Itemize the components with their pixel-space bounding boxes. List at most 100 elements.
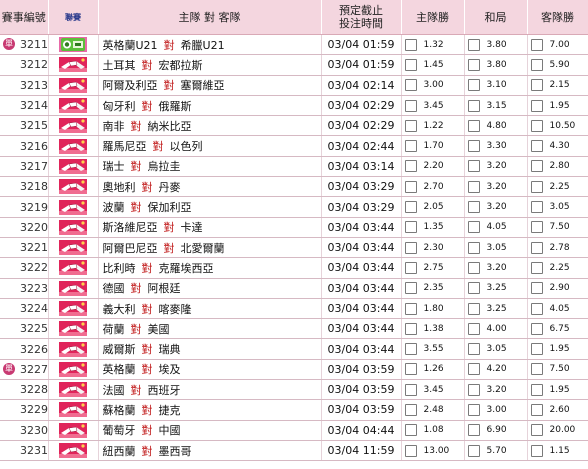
match-cell[interactable]: 瑞士對烏拉圭 [98, 156, 322, 178]
draw-odds[interactable]: 3.20 [464, 379, 528, 401]
league-cell[interactable] [48, 156, 99, 178]
away-win-checkbox[interactable] [530, 221, 543, 234]
home-win-checkbox[interactable] [404, 241, 417, 254]
home-win-checkbox[interactable] [404, 201, 417, 214]
away-win-odds[interactable]: 3.05 [527, 196, 588, 218]
away-win-checkbox[interactable] [530, 343, 543, 356]
league-cell[interactable] [48, 338, 99, 360]
home-win-checkbox[interactable] [404, 363, 417, 376]
away-win-checkbox[interactable] [530, 363, 543, 376]
home-win-checkbox[interactable] [404, 261, 417, 274]
home-win-odds[interactable]: 2.48 [401, 399, 465, 421]
home-win-odds[interactable]: 2.05 [401, 196, 465, 218]
away-win-checkbox[interactable] [530, 201, 543, 214]
draw-checkbox[interactable] [467, 38, 480, 51]
away-win-odds[interactable]: 2.25 [527, 257, 588, 279]
home-win-checkbox[interactable] [404, 221, 417, 234]
home-win-checkbox[interactable] [404, 424, 417, 437]
away-win-checkbox[interactable] [530, 241, 543, 254]
home-win-odds[interactable]: 1.80 [401, 298, 465, 320]
match-cell[interactable]: 阿爾巴尼亞對北愛爾蘭 [98, 237, 322, 259]
draw-checkbox[interactable] [467, 261, 480, 274]
draw-odds[interactable]: 4.00 [464, 318, 528, 340]
match-cell[interactable]: 義大利對喀麥隆 [98, 298, 322, 320]
draw-checkbox[interactable] [467, 444, 480, 457]
home-win-odds[interactable]: 2.30 [401, 237, 465, 259]
away-win-checkbox[interactable] [530, 99, 543, 112]
away-win-checkbox[interactable] [530, 160, 543, 173]
draw-odds[interactable]: 3.25 [464, 278, 528, 299]
match-cell[interactable]: 斯洛維尼亞對卡達 [98, 217, 322, 238]
away-win-odds[interactable]: 1.95 [527, 338, 588, 360]
home-win-checkbox[interactable] [404, 322, 417, 335]
away-win-odds[interactable]: 1.95 [527, 95, 588, 117]
home-win-odds[interactable]: 2.20 [401, 156, 465, 178]
home-win-checkbox[interactable] [404, 99, 417, 112]
match-cell[interactable]: 英格蘭對埃及 [98, 359, 322, 381]
league-cell[interactable] [48, 34, 99, 56]
draw-odds[interactable]: 4.05 [464, 217, 528, 238]
away-win-odds[interactable]: 2.90 [527, 278, 588, 299]
away-win-checkbox[interactable] [530, 403, 543, 416]
draw-odds[interactable]: 3.20 [464, 196, 528, 218]
home-win-odds[interactable]: 3.55 [401, 338, 465, 360]
draw-checkbox[interactable] [467, 221, 480, 234]
draw-odds[interactable]: 3.20 [464, 257, 528, 279]
away-win-odds[interactable]: 2.25 [527, 176, 588, 198]
home-win-checkbox[interactable] [404, 383, 417, 396]
away-win-odds[interactable]: 6.75 [527, 318, 588, 340]
away-win-checkbox[interactable] [530, 383, 543, 396]
draw-checkbox[interactable] [467, 58, 480, 71]
home-win-odds[interactable]: 3.00 [401, 75, 465, 96]
draw-odds[interactable]: 3.20 [464, 156, 528, 178]
away-win-odds[interactable]: 4.30 [527, 135, 588, 157]
league-cell[interactable] [48, 115, 99, 137]
draw-odds[interactable]: 3.80 [464, 54, 528, 76]
draw-odds[interactable]: 3.00 [464, 399, 528, 421]
draw-checkbox[interactable] [467, 302, 480, 315]
draw-odds[interactable]: 6.90 [464, 420, 528, 441]
away-win-odds[interactable]: 4.05 [527, 298, 588, 320]
match-cell[interactable]: 比利時對克羅埃西亞 [98, 257, 322, 279]
match-cell[interactable]: 土耳其對宏都拉斯 [98, 54, 322, 76]
home-win-checkbox[interactable] [404, 160, 417, 173]
draw-odds[interactable]: 3.80 [464, 34, 528, 56]
draw-checkbox[interactable] [467, 383, 480, 396]
league-cell[interactable] [48, 217, 99, 238]
draw-checkbox[interactable] [467, 282, 480, 295]
home-win-checkbox[interactable] [404, 302, 417, 315]
match-cell[interactable]: 羅馬尼亞對以色列 [98, 135, 322, 157]
home-win-odds[interactable]: 1.32 [401, 34, 465, 56]
league-cell[interactable] [48, 379, 99, 401]
draw-odds[interactable]: 3.25 [464, 298, 528, 320]
draw-odds[interactable]: 3.20 [464, 176, 528, 198]
home-win-odds[interactable]: 1.22 [401, 115, 465, 137]
match-cell[interactable]: 葡萄牙對中國 [98, 420, 322, 441]
match-cell[interactable]: 德國對阿根廷 [98, 278, 322, 299]
draw-checkbox[interactable] [467, 160, 480, 173]
away-win-checkbox[interactable] [530, 38, 543, 51]
home-win-checkbox[interactable] [404, 403, 417, 416]
draw-checkbox[interactable] [467, 343, 480, 356]
match-cell[interactable]: 英格蘭U21 對希臘U21 [98, 34, 322, 56]
draw-checkbox[interactable] [467, 363, 480, 376]
away-win-odds[interactable]: 2.78 [527, 237, 588, 259]
away-win-odds[interactable]: 1.15 [527, 440, 588, 462]
match-cell[interactable]: 阿爾及利亞對塞爾維亞 [98, 75, 322, 96]
home-win-checkbox[interactable] [404, 38, 417, 51]
home-win-odds[interactable]: 13.00 [401, 440, 465, 462]
home-win-checkbox[interactable] [404, 119, 417, 132]
league-cell[interactable] [48, 420, 99, 441]
draw-checkbox[interactable] [467, 424, 480, 437]
home-win-odds[interactable]: 1.70 [401, 135, 465, 157]
away-win-checkbox[interactable] [530, 302, 543, 315]
match-cell[interactable]: 波蘭對保加利亞 [98, 196, 322, 218]
home-win-odds[interactable]: 2.70 [401, 176, 465, 198]
home-win-odds[interactable]: 1.38 [401, 318, 465, 340]
home-win-odds[interactable]: 1.45 [401, 54, 465, 76]
league-cell[interactable] [48, 54, 99, 76]
match-cell[interactable]: 荷蘭對美國 [98, 318, 322, 340]
draw-checkbox[interactable] [467, 403, 480, 416]
home-win-odds[interactable]: 2.35 [401, 278, 465, 299]
draw-checkbox[interactable] [467, 201, 480, 214]
